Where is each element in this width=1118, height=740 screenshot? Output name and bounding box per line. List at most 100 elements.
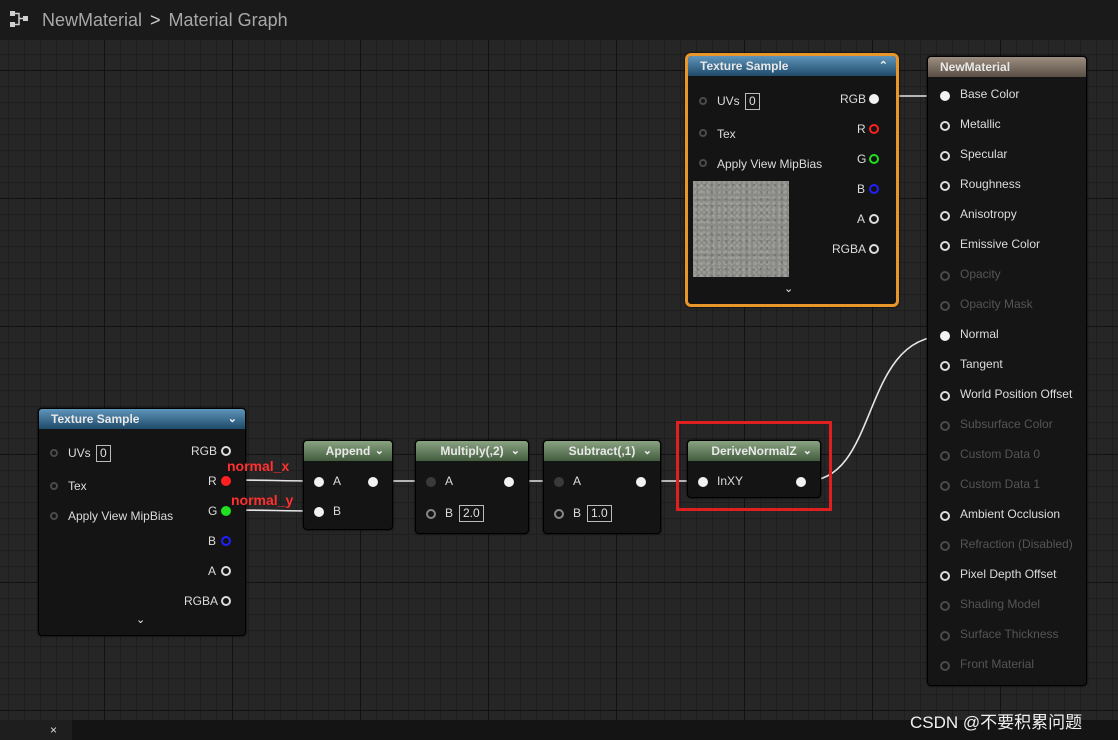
collapse-icon[interactable]: ⌄ xyxy=(643,441,652,461)
collapse-icon[interactable]: ⌄ xyxy=(375,441,384,461)
rgb-pin-icon[interactable] xyxy=(869,94,879,104)
close-icon[interactable]: × xyxy=(50,723,57,737)
b-pin-icon[interactable] xyxy=(221,536,231,546)
material-pin-label: Base Color xyxy=(960,87,1020,101)
material-pin-label: Ambient Occlusion xyxy=(960,507,1061,521)
material-pin-icon[interactable] xyxy=(940,241,950,251)
material-pin-label: Refraction (Disabled) xyxy=(960,537,1073,551)
node-header[interactable]: Texture Sample ⌃ xyxy=(688,56,896,76)
material-pin-icon[interactable] xyxy=(940,121,950,131)
g-pin-icon[interactable] xyxy=(221,506,231,516)
expand-icon[interactable]: ⌄ xyxy=(784,282,793,295)
r-pin-icon[interactable] xyxy=(221,476,231,486)
a-pin-icon[interactable] xyxy=(554,477,564,487)
material-pin-icon[interactable] xyxy=(940,511,950,521)
mip-label: Apply View MipBias xyxy=(68,509,174,523)
r-pin-icon[interactable] xyxy=(869,124,879,134)
material-pin-icon[interactable] xyxy=(940,361,950,371)
node-header[interactable]: Append ⌄ xyxy=(304,441,392,461)
mip-label: Apply View MipBias xyxy=(717,157,823,171)
collapse-icon[interactable]: ⌄ xyxy=(228,409,237,429)
b-value-field[interactable]: 2.0 xyxy=(459,505,484,522)
node-title: Texture Sample xyxy=(51,412,140,426)
collapse-icon[interactable]: ⌃ xyxy=(879,56,888,76)
material-pin-label: Custom Data 1 xyxy=(960,477,1041,491)
uvs-value-field[interactable]: 0 xyxy=(745,93,760,110)
material-pin-icon[interactable] xyxy=(940,661,950,671)
annotation-normal-x: normal_x xyxy=(227,458,290,474)
material-pin-label: Emissive Color xyxy=(960,237,1041,251)
material-pin-label: Anisotropy xyxy=(960,207,1017,221)
material-pin-icon[interactable] xyxy=(940,631,950,641)
g-label: G xyxy=(208,504,218,518)
node-title: Subtract(,1) xyxy=(568,444,636,458)
material-pin-icon[interactable] xyxy=(940,571,950,581)
tex-pin-icon[interactable] xyxy=(699,129,707,137)
uvs-pin-icon[interactable] xyxy=(50,449,58,457)
watermark: CSDN @不要积累问题 xyxy=(910,713,1083,732)
multiply-node[interactable]: Multiply(,2) ⌄ A B 2.0 xyxy=(415,440,529,534)
a-pin-icon[interactable] xyxy=(221,566,231,576)
material-pin-label: Normal xyxy=(960,327,999,341)
output-pin-icon[interactable] xyxy=(368,477,378,487)
node-header[interactable]: Subtract(,1) ⌄ xyxy=(544,441,660,461)
rgba-pin-icon[interactable] xyxy=(221,596,231,606)
b-value-field[interactable]: 1.0 xyxy=(587,505,612,522)
material-pin-icon[interactable] xyxy=(940,91,950,101)
uvs-pin-icon[interactable] xyxy=(699,97,707,105)
material-pin-icon[interactable] xyxy=(940,301,950,311)
g-label: G xyxy=(857,152,867,166)
b-pin-icon[interactable] xyxy=(426,509,436,519)
rgba-label: RGBA xyxy=(832,242,867,256)
material-pin-icon[interactable] xyxy=(940,421,950,431)
node-header[interactable]: NewMaterial xyxy=(928,57,1086,77)
texture-sample-left-node[interactable]: Texture Sample ⌄ UVs 0 Tex Apply View Mi… xyxy=(38,408,246,636)
material-pin-icon[interactable] xyxy=(940,271,950,281)
mip-pin-icon[interactable] xyxy=(699,159,707,167)
material-pin-icon[interactable] xyxy=(940,451,950,461)
material-pin-icon[interactable] xyxy=(940,541,950,551)
node-title: Texture Sample xyxy=(700,59,789,73)
material-pin-label: Front Material xyxy=(960,657,1035,671)
output-pin-icon[interactable] xyxy=(504,477,514,487)
b-pin-icon[interactable] xyxy=(554,509,564,519)
rgba-pin-icon[interactable] xyxy=(869,244,879,254)
rgb-pin-icon[interactable] xyxy=(221,446,231,456)
material-pin-icon[interactable] xyxy=(940,601,950,611)
material-result-node[interactable]: NewMaterial Base Color Metallic Specular Ro… xyxy=(927,56,1087,686)
collapse-icon[interactable]: ⌄ xyxy=(511,441,520,461)
a-pin-icon[interactable] xyxy=(314,477,324,487)
material-pin-icon[interactable] xyxy=(940,151,950,161)
a-label: A xyxy=(857,212,866,226)
r-label: R xyxy=(857,122,866,136)
tex-pin-icon[interactable] xyxy=(50,482,58,490)
a-pin-icon[interactable] xyxy=(869,214,879,224)
uvs-value-field[interactable]: 0 xyxy=(96,445,111,462)
rgba-label: RGBA xyxy=(184,594,219,608)
a-label: A xyxy=(445,474,454,488)
subtract-node[interactable]: Subtract(,1) ⌄ A B 1.0 xyxy=(543,440,661,534)
g-pin-icon[interactable] xyxy=(869,154,879,164)
b-pin-icon[interactable] xyxy=(869,184,879,194)
b-label: B xyxy=(573,506,582,520)
material-pin-label: Roughness xyxy=(960,177,1021,191)
b-label: B xyxy=(857,182,866,196)
material-pin-label: Surface Thickness xyxy=(960,627,1059,641)
append-node[interactable]: Append ⌄ A B xyxy=(303,440,393,530)
material-pin-icon[interactable] xyxy=(940,181,950,191)
tex-label: Tex xyxy=(68,479,87,493)
material-pin-icon[interactable] xyxy=(940,481,950,491)
output-pin-icon[interactable] xyxy=(636,477,646,487)
texture-sample-top-node[interactable]: Texture Sample ⌃ UVs 0 Tex Apply View Mi… xyxy=(685,53,899,307)
b-pin-icon[interactable] xyxy=(314,507,324,517)
expand-icon[interactable]: ⌄ xyxy=(136,613,145,626)
node-header[interactable]: Texture Sample ⌄ xyxy=(39,409,245,429)
a-pin-icon[interactable] xyxy=(426,477,436,487)
material-pin-icon[interactable] xyxy=(940,211,950,221)
bottom-tab[interactable]: × xyxy=(0,720,72,740)
material-pin-icon[interactable] xyxy=(940,391,950,401)
mip-pin-icon[interactable] xyxy=(50,512,58,520)
material-pin-icon[interactable] xyxy=(940,331,950,341)
node-header[interactable]: Multiply(,2) ⌄ xyxy=(416,441,528,461)
material-pin-label: Metallic xyxy=(960,117,1001,131)
